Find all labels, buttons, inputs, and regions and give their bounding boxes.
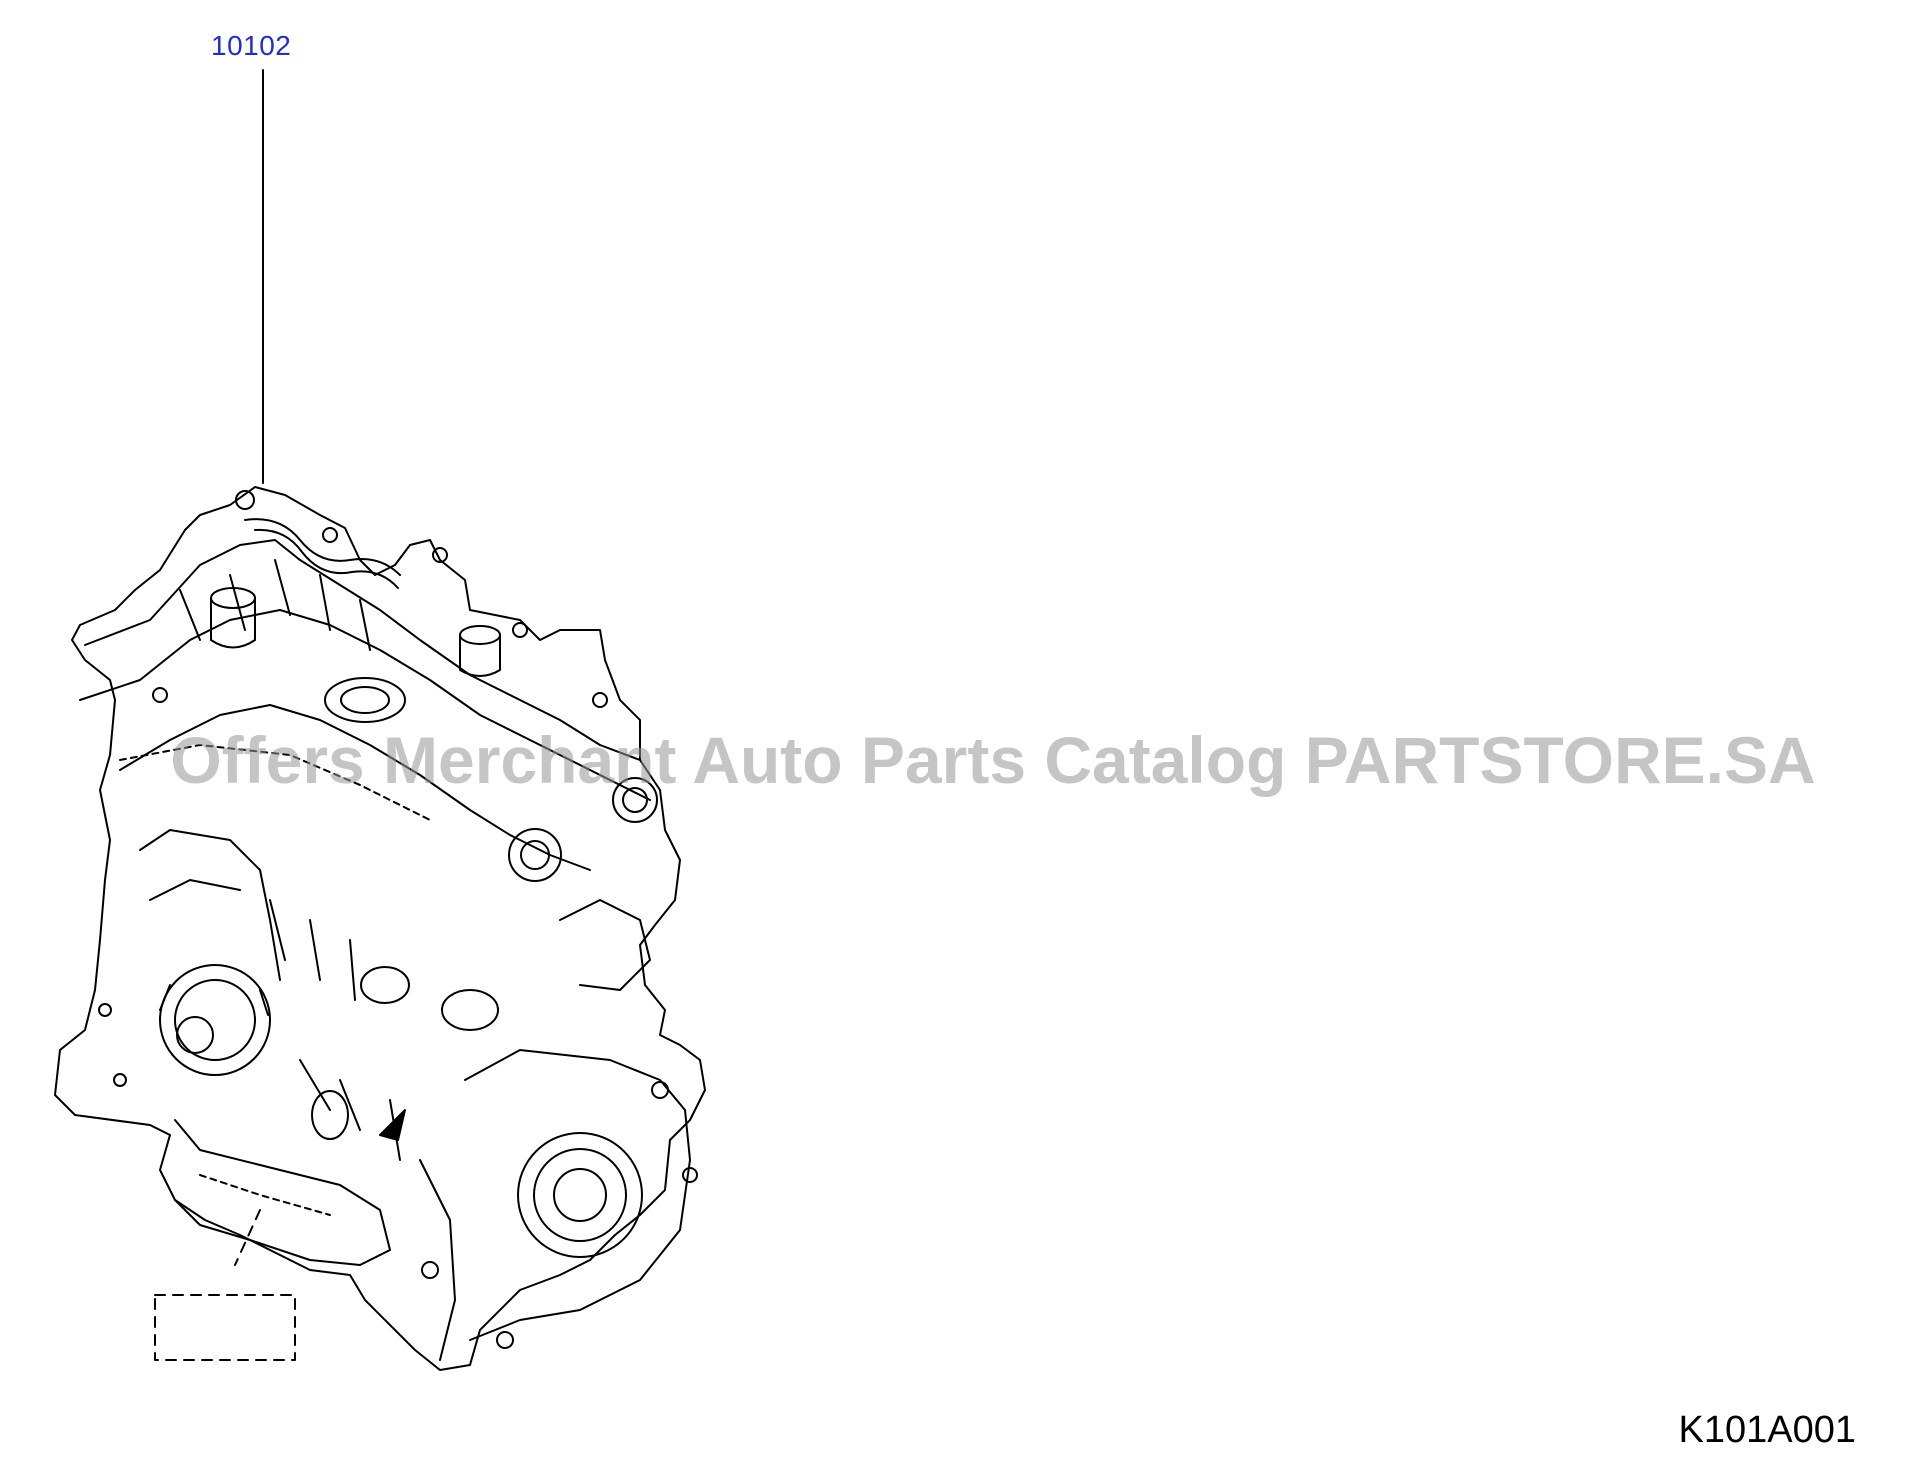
- figure-code: K101A001: [1678, 1409, 1857, 1451]
- engine-assembly-drawing: [54, 486, 706, 1371]
- engine-assembly-diagram: [54, 69, 706, 1371]
- part-callout-10102[interactable]: 10102: [211, 30, 291, 62]
